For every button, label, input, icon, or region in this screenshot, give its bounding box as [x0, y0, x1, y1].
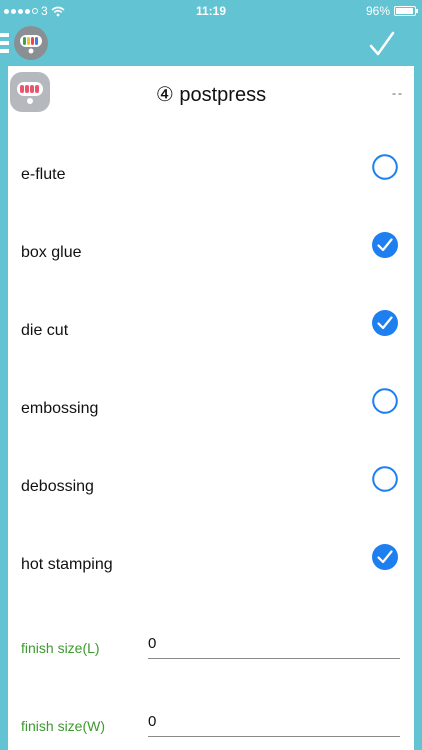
option-label: e-flute — [21, 166, 66, 183]
nav-bar — [0, 22, 422, 66]
battery-info: 96% — [365, 4, 418, 18]
option-row-box-glue[interactable]: box glue — [8, 214, 414, 292]
checked-circle-icon[interactable] — [372, 232, 398, 258]
option-label: embossing — [21, 400, 99, 417]
field-row-finish-size-w: finish size(W) — [8, 696, 414, 750]
unchecked-circle-icon[interactable] — [372, 388, 398, 414]
battery-icon — [394, 6, 418, 16]
app-logo-icon — [14, 26, 48, 60]
done-button[interactable] — [368, 30, 396, 58]
checked-circle-icon[interactable] — [372, 310, 398, 336]
section-title: ④ postpress — [155, 84, 267, 106]
finish-size-w-label: finish size(W) — [21, 718, 106, 734]
finish-size-w-input[interactable] — [148, 706, 400, 737]
option-row-debossing[interactable]: debossing — [8, 448, 414, 526]
hamburger-icon[interactable] — [0, 33, 9, 53]
postpress-panel: ④ postpress -- e-flute box glue die cut … — [8, 66, 414, 750]
option-label: debossing — [21, 478, 94, 495]
option-row-die-cut[interactable]: die cut — [8, 292, 414, 370]
section-header: ④ postpress -- — [8, 66, 414, 122]
option-row-embossing[interactable]: embossing — [8, 370, 414, 448]
unchecked-circle-icon[interactable] — [372, 154, 398, 180]
unchecked-circle-icon[interactable] — [372, 466, 398, 492]
option-label: box glue — [21, 244, 82, 261]
finish-size-l-label: finish size(L) — [21, 640, 100, 656]
header-dashes: -- — [392, 86, 404, 100]
option-row-hot-stamping[interactable]: hot stamping — [8, 526, 414, 604]
option-row-e-flute[interactable]: e-flute — [8, 136, 414, 214]
battery-fill — [396, 8, 414, 14]
option-label: die cut — [21, 322, 69, 339]
checkmark-icon — [369, 31, 395, 56]
checked-circle-icon[interactable] — [372, 544, 398, 570]
battery-percentage: 96% — [365, 4, 390, 18]
status-bar: 3 11:19 96% — [0, 0, 422, 22]
option-label: hot stamping — [21, 556, 113, 573]
finish-size-l-input[interactable] — [148, 628, 400, 659]
status-time: 11:19 — [195, 4, 227, 18]
field-row-finish-size-l: finish size(L) — [8, 618, 414, 696]
